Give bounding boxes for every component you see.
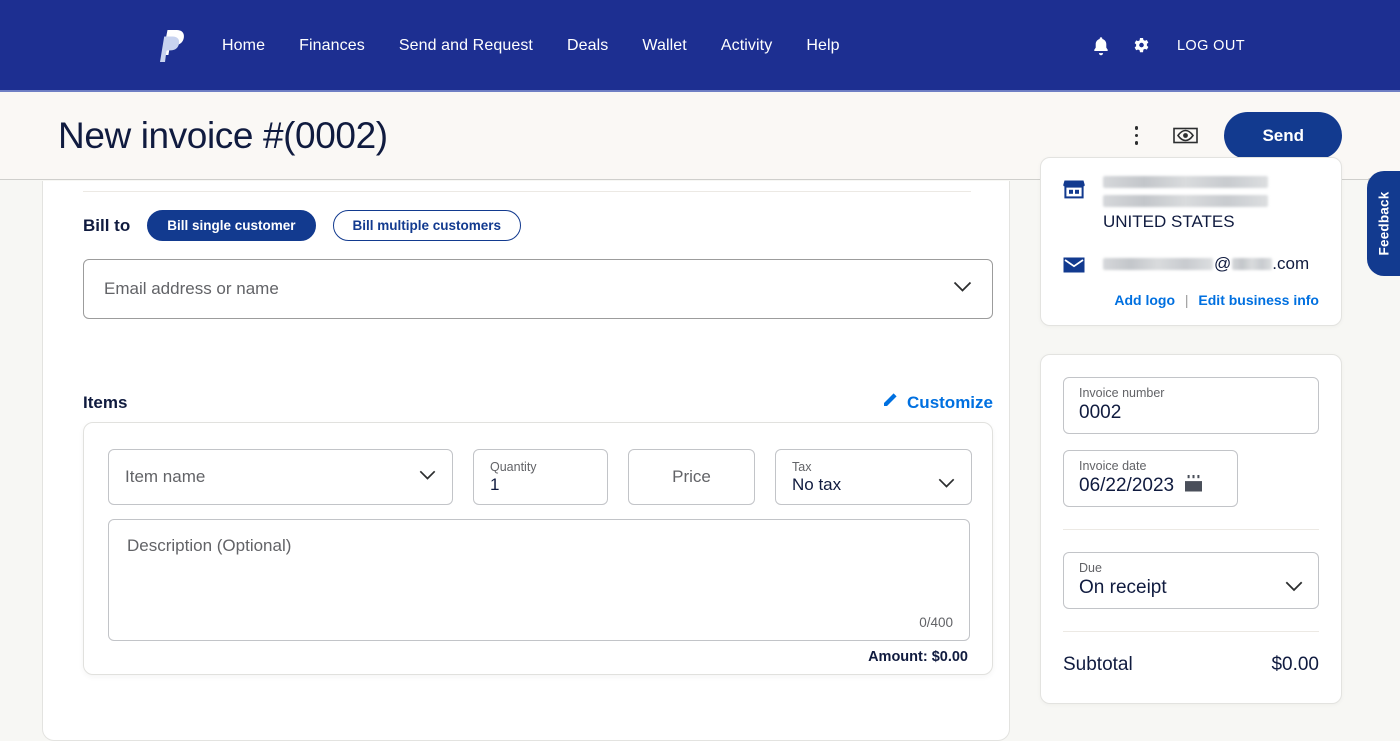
invoice-details-card: Invoice number 0002 Invoice date 06/22/2… bbox=[1040, 354, 1342, 704]
business-address-line-1 bbox=[1103, 176, 1268, 188]
customer-email-select[interactable]: Email address or name bbox=[83, 259, 993, 319]
nav-link-deals[interactable]: Deals bbox=[567, 37, 608, 55]
nav-link-wallet[interactable]: Wallet bbox=[642, 37, 686, 55]
kebab-menu-icon[interactable] bbox=[1125, 122, 1147, 150]
edit-business-info-link[interactable]: Edit business info bbox=[1198, 292, 1319, 308]
bill-to-label: Bill to bbox=[83, 215, 131, 235]
nav-link-send-and-request[interactable]: Send and Request bbox=[399, 37, 533, 55]
due-label: Due bbox=[1079, 561, 1102, 575]
description-textarea[interactable]: Description (Optional) 0/400 bbox=[108, 519, 970, 641]
nav-link-help[interactable]: Help bbox=[806, 37, 839, 55]
top-navigation-bar: Home Finances Send and Request Deals Wal… bbox=[0, 0, 1400, 92]
gear-icon[interactable] bbox=[1132, 37, 1151, 56]
quantity-field[interactable]: Quantity 1 bbox=[473, 449, 608, 505]
page-title: New invoice #(0002) bbox=[58, 114, 388, 156]
invoice-item-row: Item name Quantity 1 Price Tax No tax De… bbox=[83, 422, 993, 675]
customize-button[interactable]: Customize bbox=[881, 392, 993, 414]
items-header: Items Customize bbox=[83, 392, 993, 414]
subtotal-label: Subtotal bbox=[1063, 654, 1133, 675]
subtotal-row: Subtotal $0.00 bbox=[1063, 654, 1319, 676]
business-email: @ .com bbox=[1103, 254, 1309, 274]
invoice-date-field[interactable]: Invoice date 06/22/2023 bbox=[1063, 450, 1238, 507]
logout-button[interactable]: LOG OUT bbox=[1177, 38, 1245, 54]
paypal-logo-icon[interactable] bbox=[160, 29, 186, 63]
due-select[interactable]: Due On receipt bbox=[1063, 552, 1319, 609]
business-address-line-2 bbox=[1103, 195, 1268, 207]
items-title: Items bbox=[83, 393, 128, 412]
nav-link-activity[interactable]: Activity bbox=[721, 37, 772, 55]
chevron-down-icon bbox=[1285, 579, 1303, 597]
nav-link-finances[interactable]: Finances bbox=[299, 37, 365, 55]
price-placeholder: Price bbox=[672, 467, 711, 486]
invoice-number-value: 0002 bbox=[1079, 402, 1122, 423]
bill-multiple-customers-toggle[interactable]: Bill multiple customers bbox=[332, 210, 522, 241]
bill-to-section: Bill to Bill single customer Bill multip… bbox=[83, 210, 522, 241]
customer-email-placeholder: Email address or name bbox=[104, 279, 279, 298]
tax-value: No tax bbox=[792, 474, 842, 494]
quantity-value: 1 bbox=[490, 474, 500, 494]
feedback-label: Feedback bbox=[1376, 191, 1392, 256]
invoice-number-label: Invoice number bbox=[1079, 386, 1165, 400]
nav-link-home[interactable]: Home bbox=[222, 37, 265, 55]
pencil-icon bbox=[881, 392, 898, 414]
item-name-select[interactable]: Item name bbox=[108, 449, 453, 505]
store-icon bbox=[1063, 176, 1085, 204]
nav-right-actions: LOG OUT bbox=[1092, 36, 1245, 56]
business-address-row: UNITED STATES bbox=[1063, 176, 1319, 234]
send-button[interactable]: Send bbox=[1224, 112, 1342, 159]
chevron-down-icon bbox=[938, 476, 955, 494]
eye-preview-icon[interactable] bbox=[1173, 125, 1199, 146]
item-amount-total: Amount: $0.00 bbox=[868, 649, 968, 665]
invoice-date-value: 06/22/2023 bbox=[1079, 475, 1175, 496]
links-separator: | bbox=[1184, 292, 1189, 308]
price-field[interactable]: Price bbox=[628, 449, 755, 505]
business-email-local bbox=[1103, 258, 1213, 270]
due-value: On receipt bbox=[1079, 577, 1167, 598]
calendar-icon[interactable] bbox=[1184, 474, 1203, 498]
business-info-card: UNITED STATES @ .com Add logo | Edit bus… bbox=[1040, 157, 1342, 326]
subtotal-value: $0.00 bbox=[1271, 654, 1319, 675]
details-divider-2 bbox=[1063, 631, 1319, 632]
bill-single-customer-toggle[interactable]: Bill single customer bbox=[147, 210, 316, 241]
business-email-domain-redacted bbox=[1232, 258, 1273, 270]
business-country: UNITED STATES bbox=[1103, 212, 1235, 231]
invoice-main-card: Bill to Bill single customer Bill multip… bbox=[42, 181, 1010, 741]
feedback-tab[interactable]: Feedback bbox=[1367, 171, 1400, 276]
envelope-icon bbox=[1063, 254, 1085, 278]
quantity-label: Quantity bbox=[490, 459, 537, 474]
bell-icon[interactable] bbox=[1092, 36, 1110, 56]
customize-label: Customize bbox=[907, 393, 993, 412]
chevron-down-icon bbox=[419, 468, 436, 486]
description-placeholder: Description (Optional) bbox=[127, 536, 292, 555]
chevron-down-icon bbox=[953, 280, 972, 298]
description-character-counter: 0/400 bbox=[919, 615, 953, 630]
business-links: Add logo | Edit business info bbox=[1063, 292, 1319, 308]
business-email-row: @ .com bbox=[1063, 254, 1319, 278]
item-name-placeholder: Item name bbox=[125, 467, 206, 486]
invoice-number-field[interactable]: Invoice number 0002 bbox=[1063, 377, 1319, 434]
tax-label: Tax bbox=[792, 459, 812, 474]
header-actions: Send bbox=[1125, 112, 1342, 159]
add-logo-link[interactable]: Add logo bbox=[1114, 292, 1175, 308]
details-divider bbox=[1063, 529, 1319, 530]
tax-select[interactable]: Tax No tax bbox=[775, 449, 972, 505]
item-fields: Item name Quantity 1 Price Tax No tax bbox=[108, 449, 972, 505]
card-divider bbox=[83, 191, 971, 192]
nav-links: Home Finances Send and Request Deals Wal… bbox=[222, 37, 874, 55]
business-email-tld: .com bbox=[1272, 254, 1310, 273]
invoice-date-label: Invoice date bbox=[1079, 459, 1147, 473]
